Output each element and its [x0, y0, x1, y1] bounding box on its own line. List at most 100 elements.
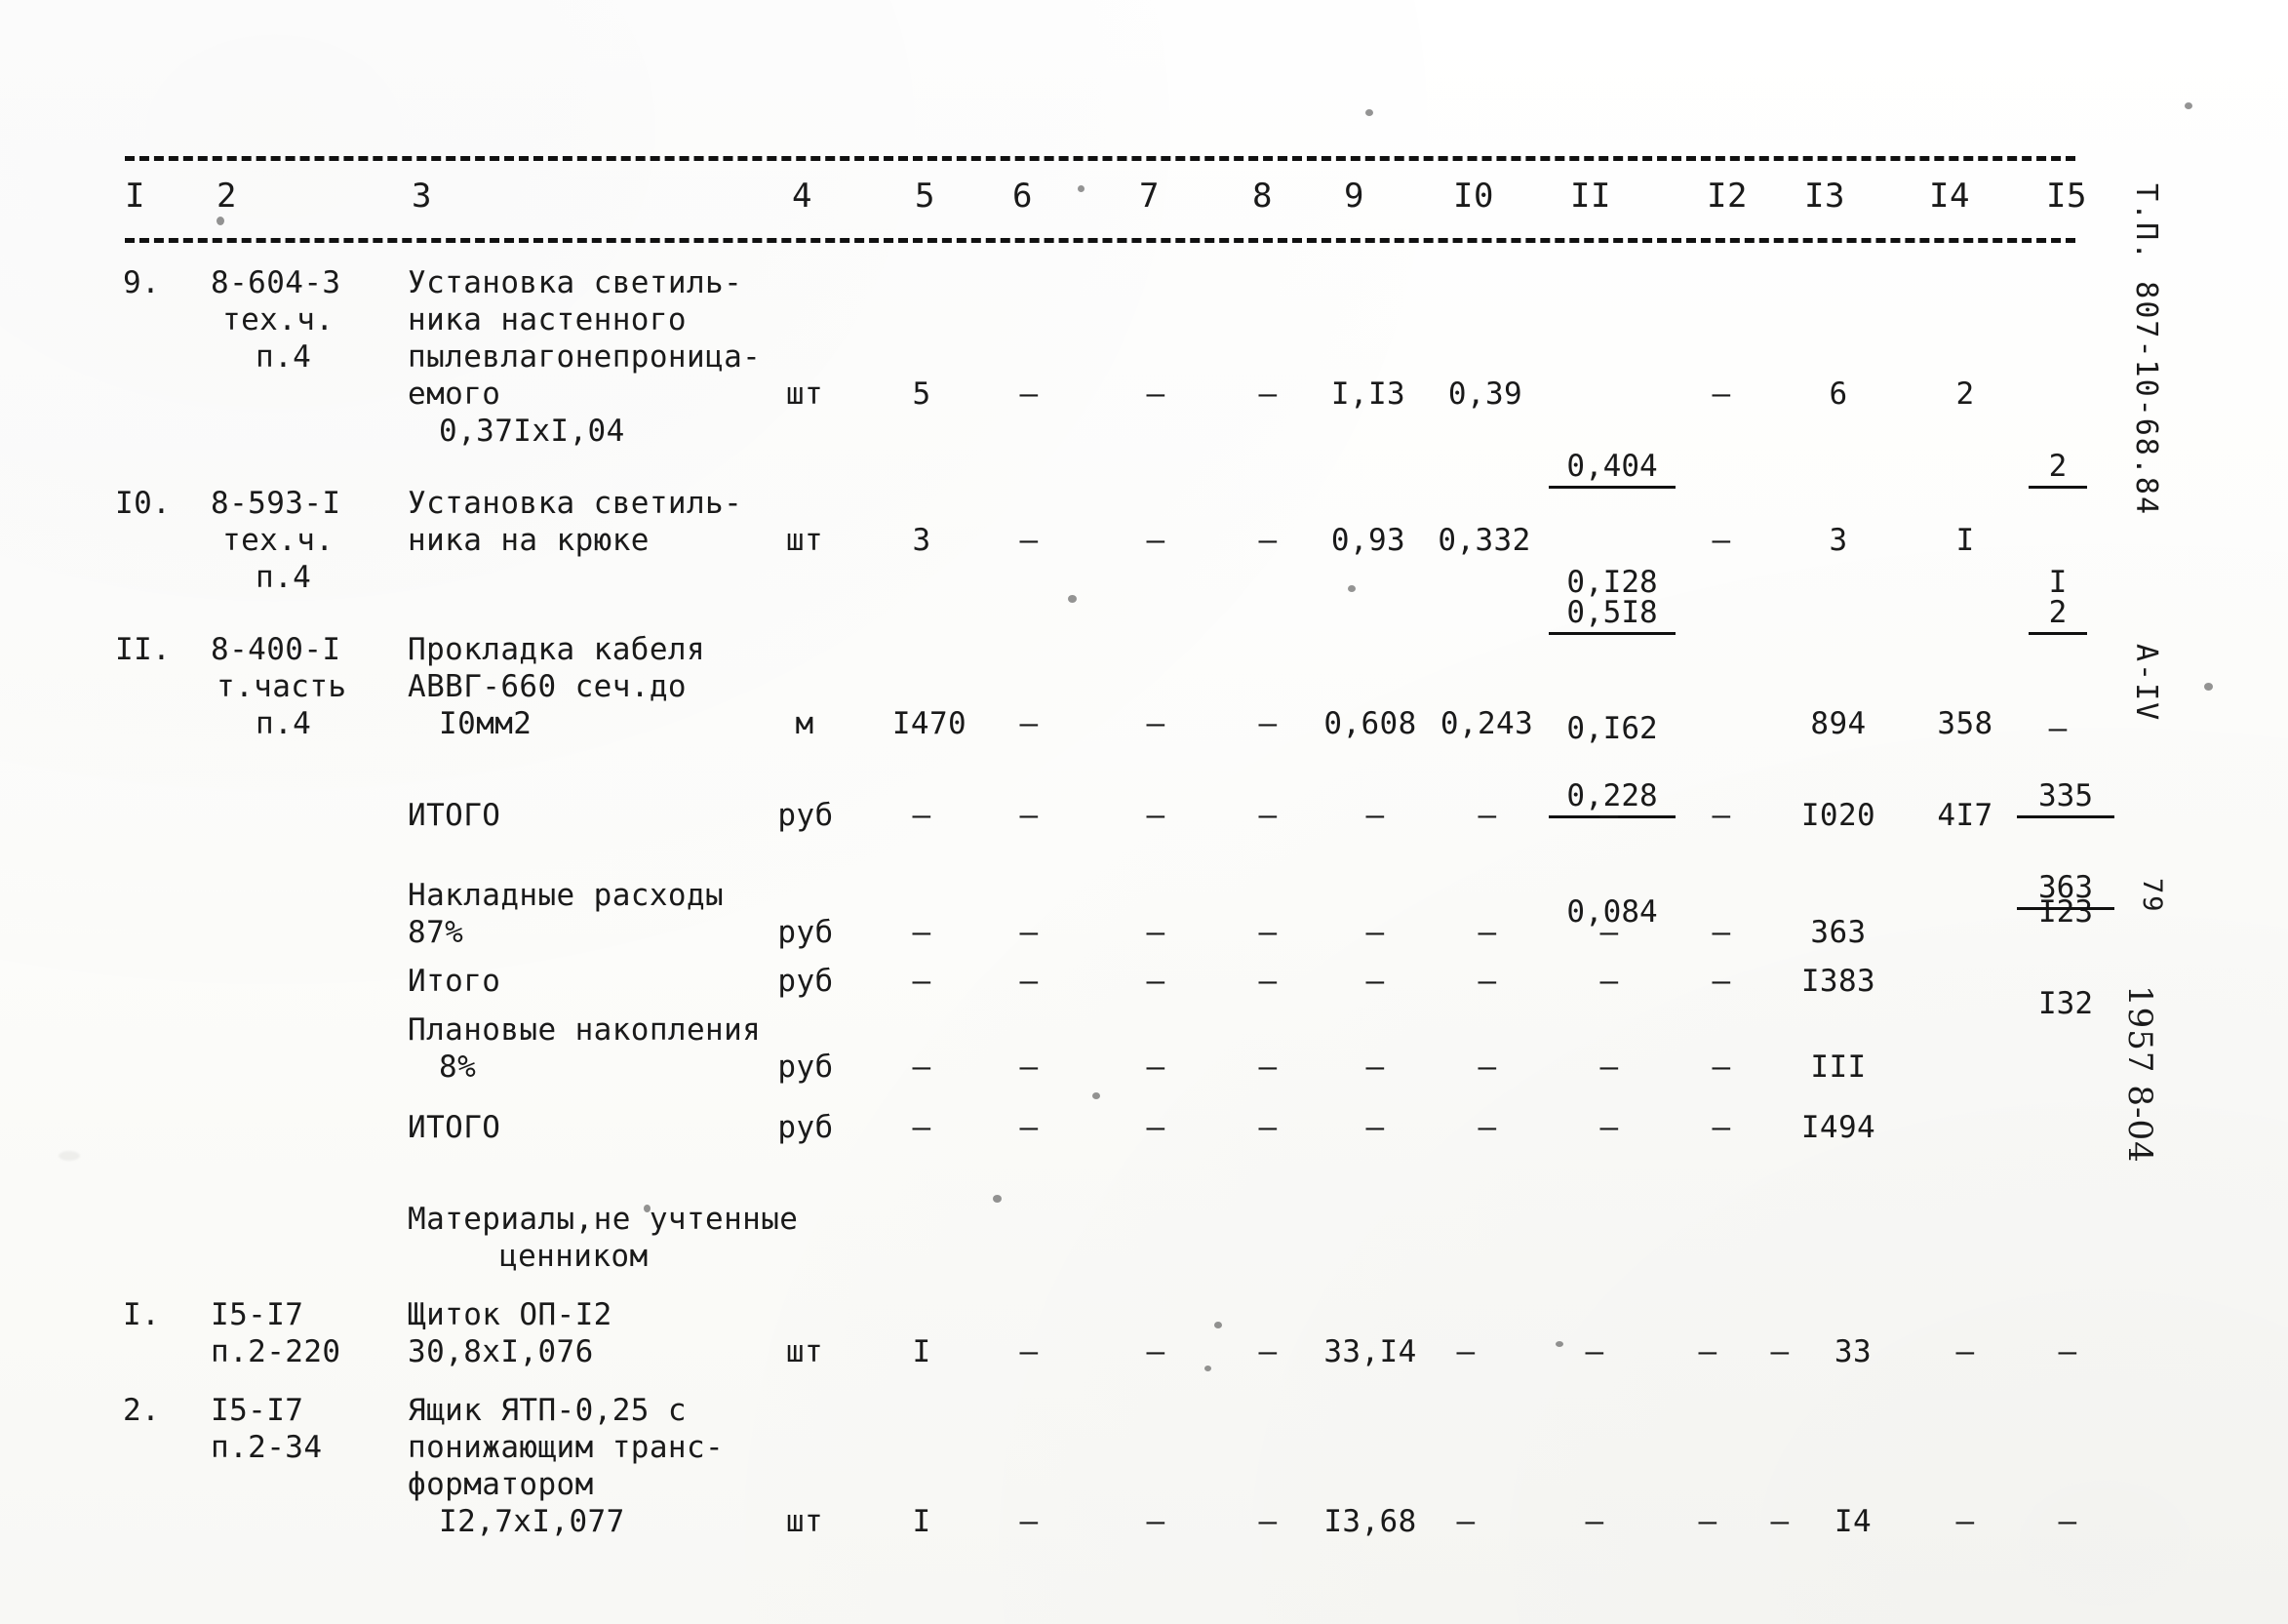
material-row-col-14: – — [1955, 1334, 1975, 1369]
row-col-7: – — [1146, 523, 1165, 558]
page-number-stamp: 79 — [2137, 878, 2167, 914]
summary-unit: руб — [777, 915, 834, 950]
material-row-col-11: – — [1585, 1504, 1604, 1539]
summary-col-7: – — [1146, 798, 1165, 833]
material-row-col-6: – — [1019, 1504, 1039, 1539]
summary-unit: руб — [777, 798, 834, 833]
row-col-10: 0,39 — [1447, 376, 1523, 412]
row-name-line-1: Прокладка кабеля — [408, 632, 706, 667]
row-code-line-1: 8-604-3 — [211, 265, 341, 300]
material-row-number: I. — [123, 1297, 161, 1332]
row-col-6: – — [1019, 376, 1039, 412]
column-header-14: I4 — [1929, 177, 1970, 216]
row-name-line-2: ника настенного — [408, 302, 687, 337]
material-row-col-9: 33,I4 — [1323, 1334, 1417, 1369]
summary-col-6: – — [1019, 964, 1039, 999]
column-header-2: 2 — [217, 177, 237, 216]
row-col-8: – — [1258, 376, 1278, 412]
row-col-11: 0,228 0,084 — [1549, 706, 1676, 1003]
summary-col-13: I383 — [1800, 964, 1876, 999]
row-col-6: – — [1019, 706, 1039, 741]
row-col-7: – — [1146, 706, 1165, 741]
summary-col-6: – — [1019, 915, 1039, 950]
summary-col-9: – — [1365, 1050, 1385, 1085]
row-col-8: – — [1258, 523, 1278, 558]
summary-label-line-1: Итого — [408, 964, 501, 999]
row-col-10: 0,332 — [1438, 523, 1531, 558]
table-top-rule — [125, 156, 2075, 161]
row-col-12: – — [1712, 376, 1731, 412]
section-heading-line-2: ценником — [499, 1239, 649, 1274]
material-row-name-line-3: форматором — [408, 1467, 594, 1502]
material-row-col-14: – — [1955, 1504, 1975, 1539]
column-header-8: 8 — [1252, 177, 1273, 216]
summary-col-9: – — [1365, 798, 1385, 833]
summary-col-15-denominator: I32 — [2038, 986, 2093, 1021]
row-col-9: 0,93 — [1330, 523, 1406, 558]
column-header-6: 6 — [1012, 177, 1033, 216]
row-name-line-2: ника на крюке — [408, 523, 650, 558]
summary-col-13: 363 — [1810, 915, 1867, 950]
material-row-col-13: 33 — [1834, 1334, 1873, 1369]
row-col-5: 5 — [912, 376, 931, 412]
row-code-line-3: п.4 — [256, 706, 312, 741]
summary-label-line-2: 8% — [439, 1050, 477, 1085]
material-row-col-12: – — [1698, 1504, 1717, 1539]
document-page: I 2 3 4 5 6 7 8 9 I0 II I2 I3 I4 I5 9. 8… — [0, 0, 2288, 1624]
material-row-unit: шт — [785, 1504, 824, 1539]
column-header-3: 3 — [412, 177, 432, 216]
material-row-name-line-1: Щиток ОП-I2 — [408, 1297, 612, 1332]
row-code-line-1: 8-400-I — [211, 632, 341, 667]
material-row-col-11: – — [1585, 1334, 1604, 1369]
summary-col-14: 4I7 — [1937, 798, 1993, 833]
summary-unit: руб — [777, 964, 834, 999]
row-col-15-numerator: 2 — [2029, 595, 2087, 635]
summary-col-8: – — [1258, 915, 1278, 950]
row-col-13: 894 — [1810, 706, 1867, 741]
row-col-7: – — [1146, 376, 1165, 412]
summary-col-11: – — [1599, 1050, 1619, 1085]
material-row-col-13: I4 — [1834, 1504, 1873, 1539]
sheet-code-stamp: А-IV — [2129, 644, 2163, 723]
material-row-col-15: – — [2058, 1334, 2077, 1369]
summary-col-9: – — [1365, 915, 1385, 950]
column-header-9: 9 — [1344, 177, 1364, 216]
material-row-name-line-4: I2,7xI,077 — [439, 1504, 625, 1539]
summary-label-line-1: ИТОГО — [408, 1110, 501, 1145]
row-code-line-1: 8-593-I — [211, 486, 341, 521]
archive-stamp-number: 1957 8-04 — [2120, 985, 2159, 1164]
summary-unit: руб — [777, 1110, 834, 1145]
material-row-col-5: I — [912, 1334, 931, 1369]
row-col-9: 0,608 — [1323, 706, 1417, 741]
row-col-12: – — [1712, 523, 1731, 558]
material-row-col-15: – — [2058, 1504, 2077, 1539]
row-code-line-3: п.4 — [256, 560, 312, 595]
summary-col-8: – — [1258, 964, 1278, 999]
row-code-line-2: тех.ч. — [222, 523, 335, 558]
row-name-line-1: Установка светиль- — [408, 486, 743, 521]
summary-col-13: I494 — [1800, 1110, 1876, 1145]
summary-col-9: – — [1365, 964, 1385, 999]
summary-col-10: – — [1478, 964, 1497, 999]
summary-col-8: – — [1258, 1050, 1278, 1085]
summary-col-9: – — [1365, 1110, 1385, 1145]
summary-col-10: – — [1478, 798, 1497, 833]
summary-col-13: I020 — [1800, 798, 1876, 833]
material-row-col-5: I — [912, 1504, 931, 1539]
material-row-unit: шт — [785, 1334, 824, 1369]
row-name-line-3: пылевлагонепроница- — [408, 339, 762, 375]
summary-col-6: – — [1019, 798, 1039, 833]
row-unit: м — [795, 706, 814, 741]
material-row-code-line-2: п.2-34 — [211, 1430, 323, 1465]
material-row-col-12: – — [1698, 1334, 1717, 1369]
summary-col-12: – — [1712, 915, 1731, 950]
row-name-line-2: АВВГ-660 сеч.до — [408, 669, 687, 704]
row-col-14: I — [1955, 523, 1975, 558]
row-col-5: I470 — [891, 706, 967, 741]
summary-col-11: – — [1599, 964, 1619, 999]
summary-col-7: – — [1146, 964, 1165, 999]
row-col-15-numerator: 2 — [2029, 449, 2087, 489]
material-row-col-7: – — [1146, 1504, 1165, 1539]
summary-col-6: – — [1019, 1050, 1039, 1085]
row-col-14: 358 — [1937, 706, 1993, 741]
